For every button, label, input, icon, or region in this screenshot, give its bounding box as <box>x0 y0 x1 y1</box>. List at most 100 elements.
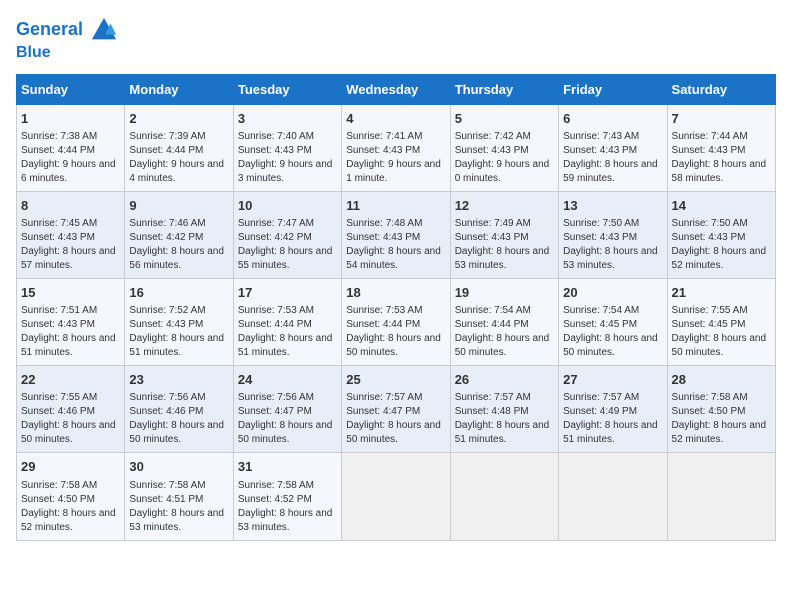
calendar-day-cell: 10Sunrise: 7:47 AMSunset: 4:42 PMDayligh… <box>233 191 341 278</box>
sunset: Sunset: 4:51 PM <box>129 493 228 507</box>
daylight: Daylight: 8 hours and 55 minutes. <box>238 245 337 273</box>
calendar-day-cell: 1Sunrise: 7:38 AMSunset: 4:44 PMDaylight… <box>17 104 125 191</box>
calendar-day-cell: 11Sunrise: 7:48 AMSunset: 4:43 PMDayligh… <box>342 191 450 278</box>
sunrise: Sunrise: 7:51 AM <box>21 304 120 318</box>
daylight: Daylight: 9 hours and 6 minutes. <box>21 158 120 186</box>
calendar-day-cell: 22Sunrise: 7:55 AMSunset: 4:46 PMDayligh… <box>17 366 125 453</box>
calendar-day-cell: 8Sunrise: 7:45 AMSunset: 4:43 PMDaylight… <box>17 191 125 278</box>
calendar-day-cell: 25Sunrise: 7:57 AMSunset: 4:47 PMDayligh… <box>342 366 450 453</box>
daylight: Daylight: 8 hours and 53 minutes. <box>455 245 554 273</box>
weekday-header: Thursday <box>450 74 558 104</box>
day-number: 21 <box>672 284 771 302</box>
sunset: Sunset: 4:47 PM <box>346 405 445 419</box>
calendar-day-cell: 13Sunrise: 7:50 AMSunset: 4:43 PMDayligh… <box>559 191 667 278</box>
sunrise: Sunrise: 7:57 AM <box>563 391 662 405</box>
sunrise: Sunrise: 7:55 AM <box>672 304 771 318</box>
daylight: Daylight: 8 hours and 53 minutes. <box>238 507 337 535</box>
sunrise: Sunrise: 7:42 AM <box>455 130 554 144</box>
sunrise: Sunrise: 7:49 AM <box>455 217 554 231</box>
day-number: 9 <box>129 197 228 215</box>
sunset: Sunset: 4:49 PM <box>563 405 662 419</box>
calendar-day-cell: 4Sunrise: 7:41 AMSunset: 4:43 PMDaylight… <box>342 104 450 191</box>
sunset: Sunset: 4:43 PM <box>129 318 228 332</box>
day-number: 7 <box>672 110 771 128</box>
sunset: Sunset: 4:42 PM <box>238 231 337 245</box>
sunset: Sunset: 4:43 PM <box>455 144 554 158</box>
day-number: 20 <box>563 284 662 302</box>
sunrise: Sunrise: 7:53 AM <box>346 304 445 318</box>
calendar-day-cell: 6Sunrise: 7:43 AMSunset: 4:43 PMDaylight… <box>559 104 667 191</box>
daylight: Daylight: 8 hours and 52 minutes. <box>672 245 771 273</box>
sunrise: Sunrise: 7:50 AM <box>563 217 662 231</box>
sunset: Sunset: 4:43 PM <box>672 231 771 245</box>
calendar-day-cell: 21Sunrise: 7:55 AMSunset: 4:45 PMDayligh… <box>667 278 775 365</box>
sunset: Sunset: 4:43 PM <box>238 144 337 158</box>
calendar-day-cell: 18Sunrise: 7:53 AMSunset: 4:44 PMDayligh… <box>342 278 450 365</box>
sunset: Sunset: 4:44 PM <box>346 318 445 332</box>
day-number: 23 <box>129 371 228 389</box>
weekday-header: Saturday <box>667 74 775 104</box>
weekday-header: Friday <box>559 74 667 104</box>
daylight: Daylight: 8 hours and 54 minutes. <box>346 245 445 273</box>
daylight: Daylight: 8 hours and 51 minutes. <box>21 332 120 360</box>
sunrise: Sunrise: 7:55 AM <box>21 391 120 405</box>
sunrise: Sunrise: 7:38 AM <box>21 130 120 144</box>
sunset: Sunset: 4:44 PM <box>129 144 228 158</box>
calendar-day-cell <box>667 453 775 540</box>
day-number: 14 <box>672 197 771 215</box>
day-number: 11 <box>346 197 445 215</box>
daylight: Daylight: 8 hours and 50 minutes. <box>672 332 771 360</box>
day-number: 18 <box>346 284 445 302</box>
day-number: 31 <box>238 458 337 476</box>
sunset: Sunset: 4:50 PM <box>21 493 120 507</box>
calendar-day-cell: 5Sunrise: 7:42 AMSunset: 4:43 PMDaylight… <box>450 104 558 191</box>
calendar-week-row: 1Sunrise: 7:38 AMSunset: 4:44 PMDaylight… <box>17 104 776 191</box>
calendar-day-cell: 16Sunrise: 7:52 AMSunset: 4:43 PMDayligh… <box>125 278 233 365</box>
daylight: Daylight: 8 hours and 56 minutes. <box>129 245 228 273</box>
sunset: Sunset: 4:47 PM <box>238 405 337 419</box>
sunset: Sunset: 4:44 PM <box>21 144 120 158</box>
page-header: General Blue <box>16 16 776 62</box>
sunrise: Sunrise: 7:46 AM <box>129 217 228 231</box>
sunrise: Sunrise: 7:44 AM <box>672 130 771 144</box>
calendar-day-cell: 12Sunrise: 7:49 AMSunset: 4:43 PMDayligh… <box>450 191 558 278</box>
daylight: Daylight: 8 hours and 50 minutes. <box>238 419 337 447</box>
calendar-day-cell: 28Sunrise: 7:58 AMSunset: 4:50 PMDayligh… <box>667 366 775 453</box>
sunrise: Sunrise: 7:41 AM <box>346 130 445 144</box>
sunset: Sunset: 4:52 PM <box>238 493 337 507</box>
sunrise: Sunrise: 7:39 AM <box>129 130 228 144</box>
weekday-header: Tuesday <box>233 74 341 104</box>
day-number: 25 <box>346 371 445 389</box>
daylight: Daylight: 8 hours and 58 minutes. <box>672 158 771 186</box>
day-number: 27 <box>563 371 662 389</box>
calendar-day-cell <box>342 453 450 540</box>
daylight: Daylight: 8 hours and 51 minutes. <box>238 332 337 360</box>
sunrise: Sunrise: 7:53 AM <box>238 304 337 318</box>
sunrise: Sunrise: 7:56 AM <box>238 391 337 405</box>
calendar-day-cell: 14Sunrise: 7:50 AMSunset: 4:43 PMDayligh… <box>667 191 775 278</box>
sunrise: Sunrise: 7:54 AM <box>455 304 554 318</box>
sunrise: Sunrise: 7:57 AM <box>346 391 445 405</box>
sunset: Sunset: 4:44 PM <box>455 318 554 332</box>
calendar-week-row: 8Sunrise: 7:45 AMSunset: 4:43 PMDaylight… <box>17 191 776 278</box>
sunrise: Sunrise: 7:58 AM <box>672 391 771 405</box>
calendar-day-cell: 24Sunrise: 7:56 AMSunset: 4:47 PMDayligh… <box>233 366 341 453</box>
calendar-day-cell: 2Sunrise: 7:39 AMSunset: 4:44 PMDaylight… <box>125 104 233 191</box>
calendar-day-cell: 23Sunrise: 7:56 AMSunset: 4:46 PMDayligh… <box>125 366 233 453</box>
day-number: 28 <box>672 371 771 389</box>
sunrise: Sunrise: 7:43 AM <box>563 130 662 144</box>
sunset: Sunset: 4:43 PM <box>563 144 662 158</box>
sunrise: Sunrise: 7:58 AM <box>238 479 337 493</box>
calendar-day-cell: 15Sunrise: 7:51 AMSunset: 4:43 PMDayligh… <box>17 278 125 365</box>
daylight: Daylight: 8 hours and 52 minutes. <box>672 419 771 447</box>
calendar-day-cell <box>559 453 667 540</box>
calendar-day-cell: 7 Sunrise: 7:44 AMSunset: 4:43 PMDaylight… <box>667 104 775 191</box>
sunset: Sunset: 4:43 PM <box>672 144 771 158</box>
daylight: Daylight: 8 hours and 52 minutes. <box>21 507 120 535</box>
day-number: 10 <box>238 197 337 215</box>
daylight: Daylight: 8 hours and 53 minutes. <box>563 245 662 273</box>
daylight: Daylight: 8 hours and 53 minutes. <box>129 507 228 535</box>
sunrise: Sunrise: 7:40 AM <box>238 130 337 144</box>
sunrise: Sunrise: 7:58 AM <box>129 479 228 493</box>
logo-text: General <box>16 16 118 44</box>
